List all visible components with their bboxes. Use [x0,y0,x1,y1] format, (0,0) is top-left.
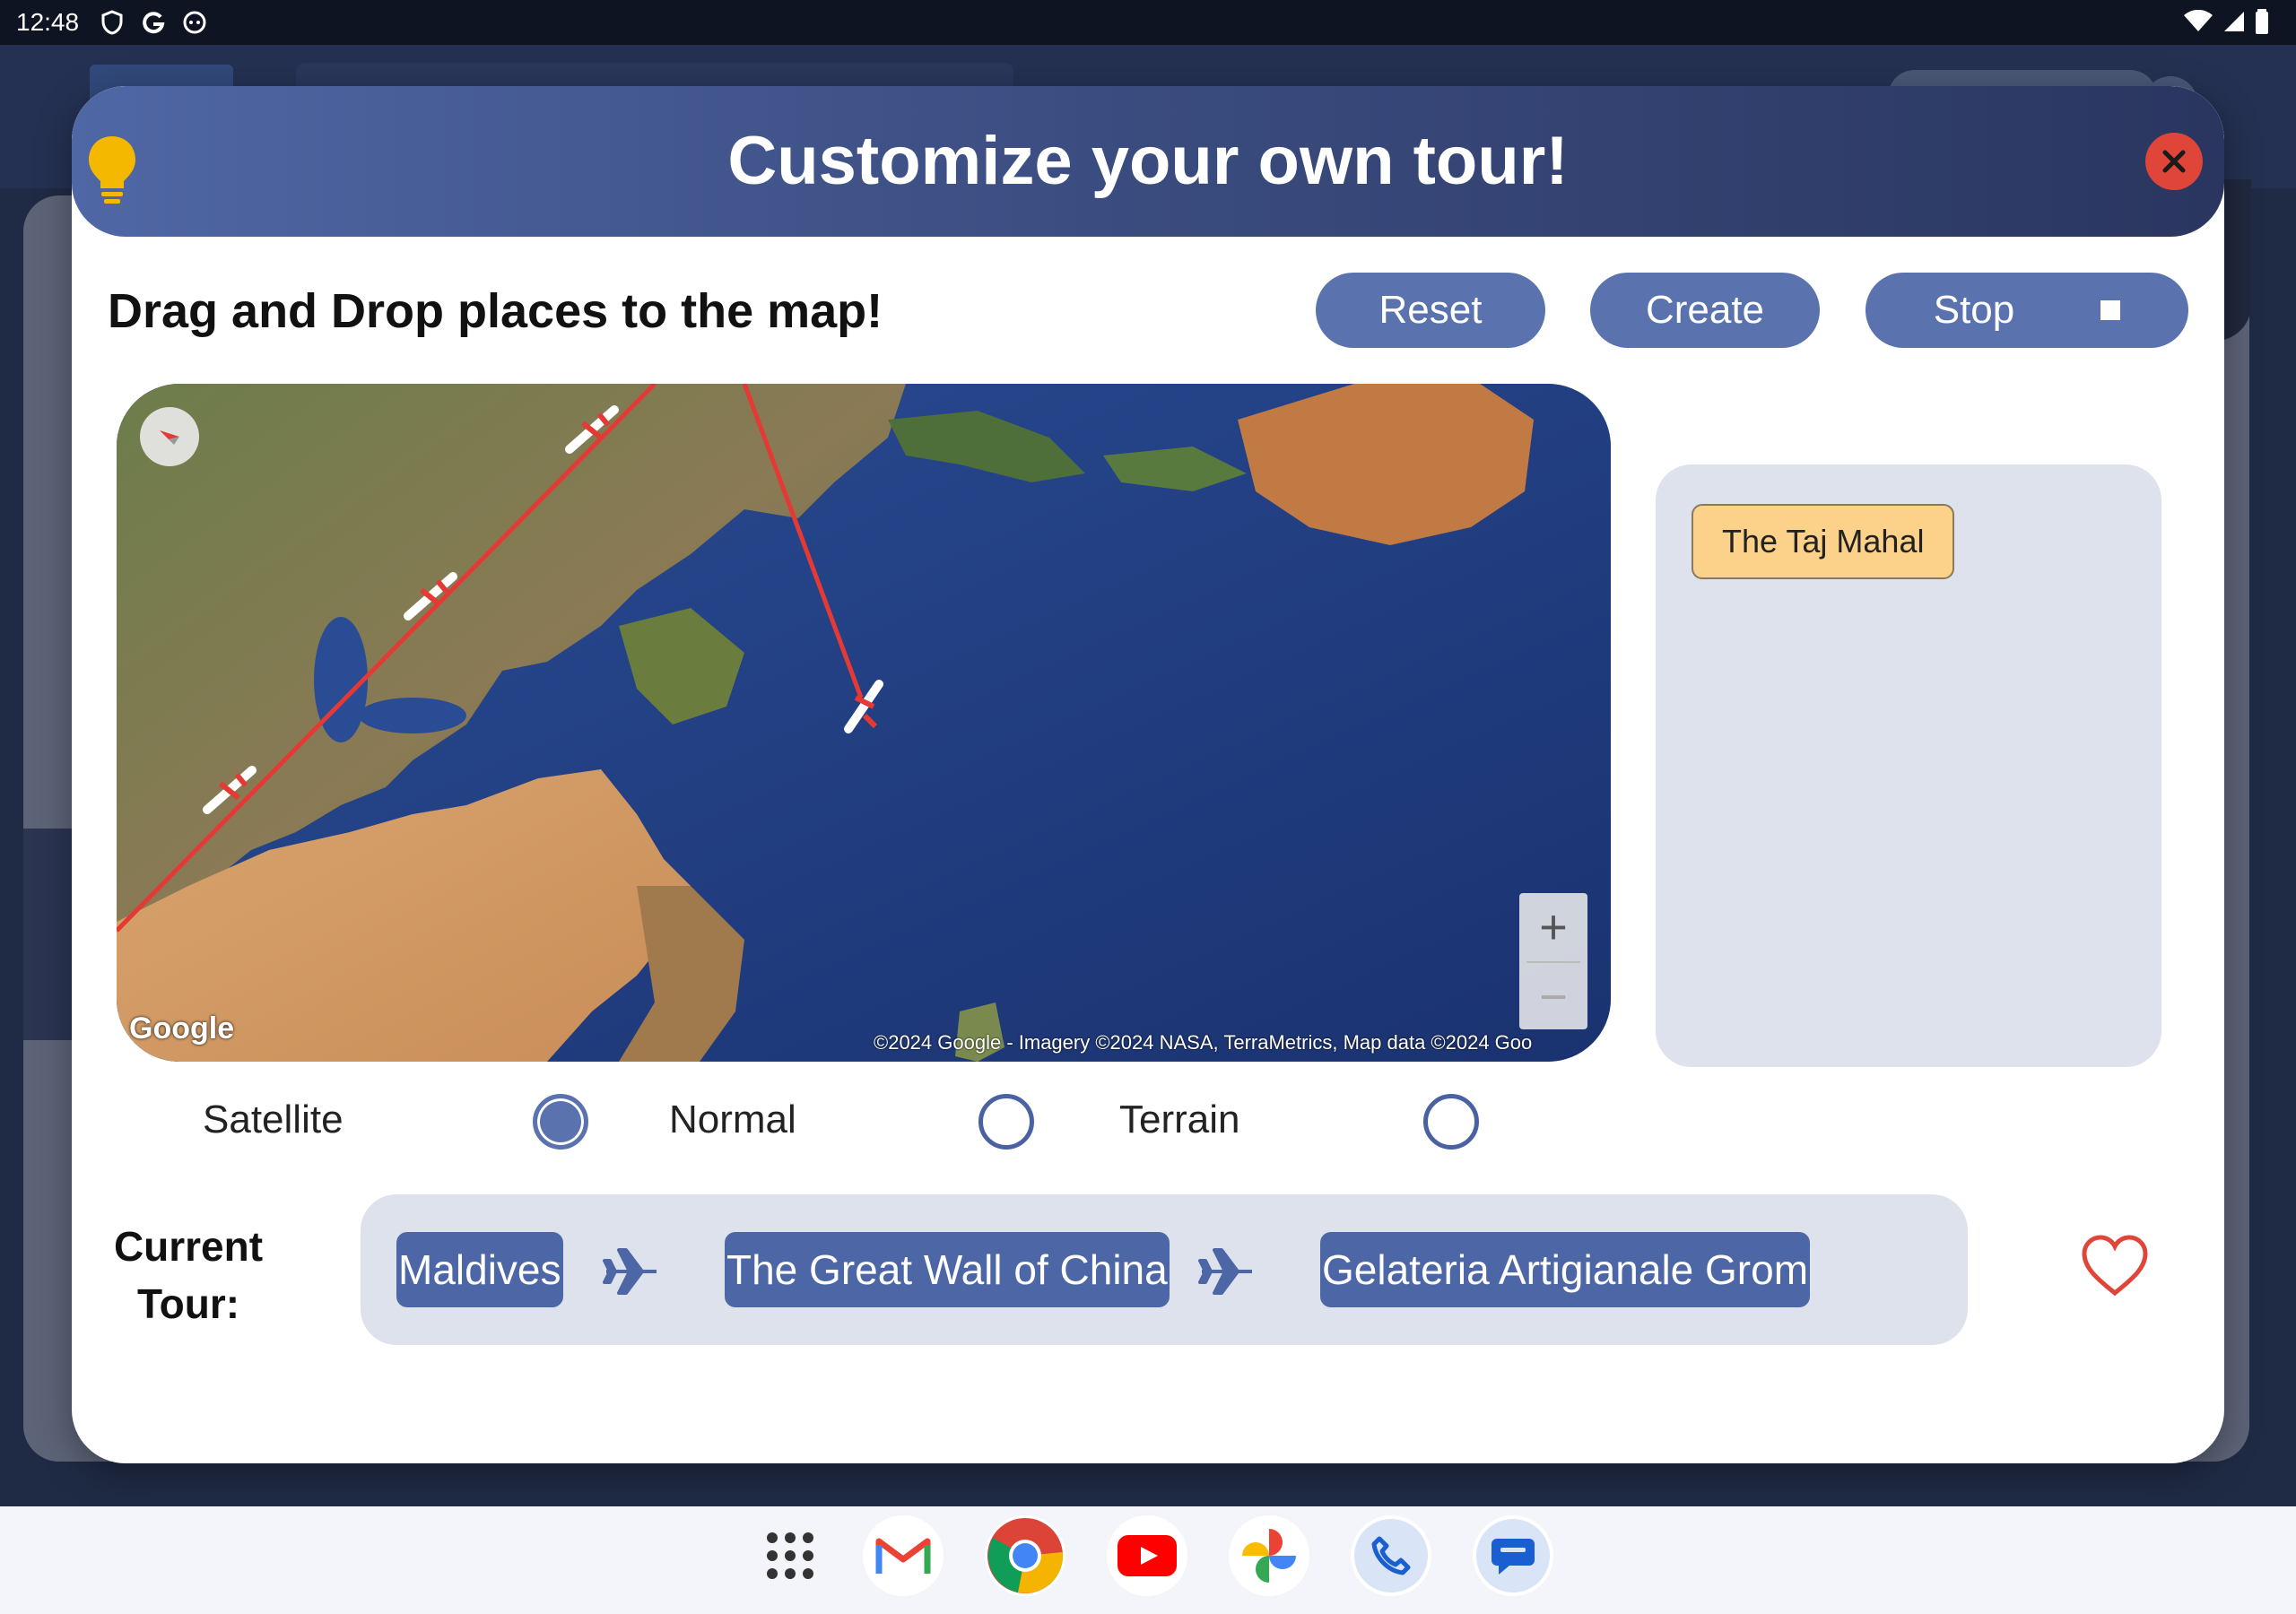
satellite-label: Satellite [203,1098,344,1141]
zoom-out-button[interactable]: − [1519,963,1587,1031]
wifi-icon [2183,9,2213,39]
current-tour-label-line1: Current [113,1223,264,1270]
create-button[interactable]: Create [1590,273,1820,348]
shield-icon [99,9,126,36]
taskbar [0,1506,2296,1614]
zoom-controls: + − [1519,893,1587,1029]
tour-stop-chip[interactable]: Maldives [396,1232,563,1307]
map-view[interactable]: + − Google ©2024 Google - Imagery ©2024 … [117,384,1611,1062]
phone-icon[interactable] [1351,1515,1431,1596]
battery-icon [2255,9,2269,40]
android-face-icon [181,9,208,36]
normal-label: Normal [669,1098,796,1141]
tour-stops-track: Maldives The Great Wall of China Gelater… [361,1194,1968,1345]
normal-radio[interactable] [978,1094,1034,1150]
customize-tour-dialog: Customize your own tour! Drag and Drop p… [72,86,2224,1463]
reset-button[interactable]: Reset [1316,273,1545,348]
tour-stop-chip[interactable]: Gelateria Artigianale Grom [1320,1232,1811,1307]
place-chip-taj-mahal[interactable]: The Taj Mahal [1692,504,1955,579]
drag-drop-instruction: Drag and Drop places to the map! [108,284,883,338]
stop-button-label: Stop [1933,288,2015,332]
current-tour-label-line2: Tour: [136,1280,240,1327]
airplane-marker-icon [203,766,257,814]
airplane-marker-icon [844,680,883,733]
messages-icon[interactable] [1473,1515,1553,1596]
satellite-radio[interactable] [533,1094,588,1150]
airplane-marker-icon [404,572,457,620]
airplane-arrow-icon [1198,1248,1252,1295]
reset-button-label: Reset [1378,288,1483,332]
tour-stop-chip[interactable]: The Great Wall of China [725,1232,1170,1307]
google-logo: Google [129,1011,235,1046]
gmail-icon[interactable] [863,1515,944,1596]
places-palette: The Taj Mahal [1656,464,2161,1067]
dialog-title: Customize your own tour! [727,123,1569,199]
compass-icon [160,430,179,445]
current-tour-label: Current Tour: [108,1218,269,1332]
cell-signal-icon [2222,10,2246,39]
zoom-in-button[interactable]: + [1519,893,1587,961]
favorite-button[interactable] [2081,1234,2149,1298]
app-drawer-icon[interactable] [750,1515,831,1596]
stop-icon [2100,300,2121,320]
terrain-label: Terrain [1119,1098,1240,1141]
close-button[interactable] [2145,133,2203,190]
background-app-panel-accent [23,829,77,1040]
status-bar: 12:48 [0,0,2296,45]
chrome-icon[interactable] [985,1515,1065,1596]
compass-button[interactable] [140,407,199,466]
airplane-marker-icon [565,405,619,454]
terrain-radio[interactable] [1423,1094,1479,1150]
google-g-icon [140,9,167,36]
airplane-arrow-icon [603,1248,657,1295]
dialog-header: Customize your own tour! [72,86,2224,237]
create-button-label: Create [1645,288,1765,332]
status-time: 12:48 [16,8,80,36]
heart-icon [2082,1235,2148,1297]
close-icon [2162,150,2186,173]
stop-button[interactable]: Stop [1866,273,2188,348]
map-attribution[interactable]: ©2024 Google - Imagery ©2024 NASA, Terra… [874,1031,1532,1054]
youtube-icon[interactable] [1107,1515,1187,1596]
photos-icon[interactable] [1229,1515,1309,1596]
